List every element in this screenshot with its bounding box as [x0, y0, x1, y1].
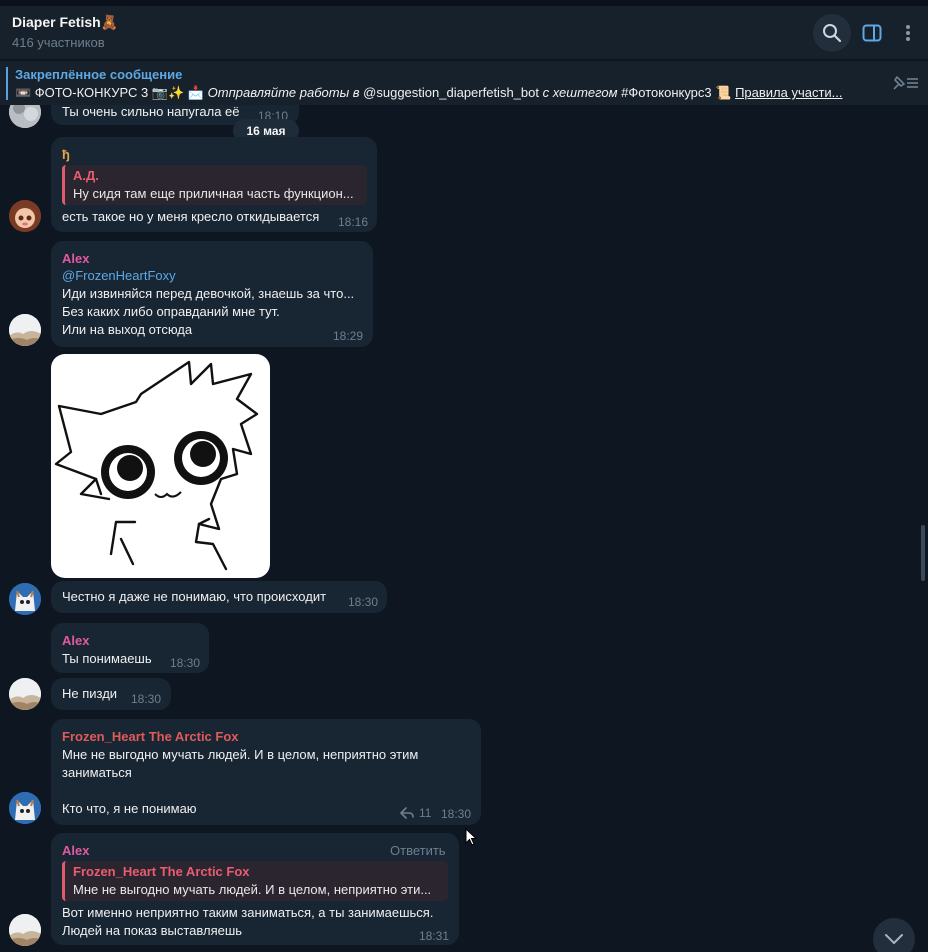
replies-counter[interactable]: 11 [400, 806, 431, 820]
pinned-text-part: @suggestion_diaperfetish_bot [359, 85, 543, 100]
sender-name[interactable]: Alex [62, 633, 89, 648]
quote-text: Ну сидя там еще приличная часть функцион… [73, 186, 354, 201]
reply-quote[interactable]: А.Д. Ну сидя там еще приличная часть фун… [62, 165, 367, 205]
chat-header[interactable]: Diaper Fetish🧸 416 участников [0, 6, 928, 60]
sender-name[interactable]: ђ [62, 147, 70, 162]
message-bubble[interactable]: Честно я даже не понимаю, что происходит… [51, 581, 387, 613]
unpin-button[interactable] [890, 73, 922, 95]
avatar[interactable] [9, 583, 41, 615]
reply-quote[interactable]: Frozen_Heart The Arctic Fox Мне не выгод… [62, 861, 448, 901]
message-time: 18:16 [338, 215, 369, 229]
pinned-label: Закреплённое сообщение [15, 67, 183, 82]
avatar[interactable] [9, 314, 41, 346]
pinned-text-part: #Фотоконкурс3 📜 [617, 85, 736, 100]
more-vertical-icon [906, 25, 910, 41]
message-bubble[interactable]: Alex Ответить Frozen_Heart The Arctic Fo… [51, 833, 459, 945]
pinned-text[interactable]: 📼 ФОТО-КОНКУРС 3 📷✨ 📩 Отправляйте работы… [15, 85, 875, 101]
pinned-rules-link[interactable]: Правила участи... [735, 85, 842, 100]
message-text-line: Иди извиняйся перед девочкой, знаешь за … [62, 286, 355, 301]
pinned-indicator [6, 67, 8, 100]
quote-sender: А.Д. [73, 168, 99, 183]
pinned-message-bar[interactable]: Закреплённое сообщение 📼 ФОТО-КОНКУРС 3 … [0, 61, 928, 105]
avatar[interactable] [9, 792, 41, 824]
message-text-line: Мне не выгодно мучать людей. И в целом, … [62, 747, 419, 762]
message-bubble[interactable]: Alex @FrozenHeartFoxy Иди извиняйся пере… [51, 241, 373, 347]
message-time: 18:30 [348, 595, 379, 609]
message-time: 18:31 [419, 929, 450, 943]
sender-name[interactable]: Alex [62, 251, 89, 266]
message-text: Ты очень сильно напугала её [62, 105, 240, 119]
message-time: 18:30 [170, 656, 201, 670]
chat-title[interactable]: Diaper Fetish🧸 [12, 14, 118, 31]
chevron-down-icon [885, 934, 903, 944]
sidebar-panel-icon [862, 24, 882, 42]
message-list[interactable]: Ты очень сильно напугала её 18:10 16 мая… [0, 105, 928, 952]
message-text-line: Людей на показ выставляешь [62, 923, 243, 938]
message-bubble[interactable]: Не пизди 18:30 [51, 678, 171, 710]
pin-list-icon [893, 76, 918, 90]
message-time: 18:30 [131, 692, 162, 706]
member-count: 416 участников [12, 35, 105, 50]
message-text: Не пизди [62, 686, 118, 701]
message-text-line: Кто что, я не понимаю [62, 801, 197, 816]
scrollbar-thumb[interactable] [921, 525, 925, 581]
sticker-image[interactable] [51, 354, 270, 578]
search-icon [823, 24, 842, 43]
pinned-text-italic: Отправляйте работы в [207, 85, 360, 100]
message-time: 18:30 [441, 807, 472, 821]
message-text: Ты понимаешь [62, 651, 152, 666]
message-bubble[interactable]: Frozen_Heart The Arctic Fox Мне не выгод… [51, 719, 481, 825]
search-button[interactable] [813, 14, 851, 52]
quote-sender: Frozen_Heart The Arctic Fox [73, 864, 250, 879]
sender-name[interactable]: Frozen_Heart The Arctic Fox [62, 729, 239, 744]
quote-text: Мне не выгодно мучать людей. И в целом, … [73, 882, 432, 897]
reply-action-button[interactable]: Ответить [390, 843, 446, 858]
avatar[interactable] [9, 200, 41, 232]
pinned-text-part: ФОТО-КОНКУРС 3 📷✨ 📩 [31, 85, 208, 100]
message-text: Честно я даже не понимаю, что происходит [62, 589, 327, 604]
more-button[interactable] [888, 14, 928, 52]
avatar[interactable] [9, 914, 41, 946]
avatar[interactable] [9, 678, 41, 710]
pinned-emoji: 📼 [15, 85, 32, 100]
message-bubble[interactable]: ђ А.Д. Ну сидя там еще приличная часть ф… [51, 137, 377, 232]
message-text-line: Без каких либо оправданий мне тут. [62, 304, 280, 319]
scroll-to-bottom-button[interactable] [873, 918, 915, 952]
replies-count: 11 [419, 806, 432, 820]
reply-arrow-icon [400, 807, 414, 819]
sidebar-toggle-button[interactable] [853, 14, 891, 52]
mention-link[interactable]: @FrozenHeartFoxy [62, 267, 176, 285]
message-text-line: Или на выход отсюда [62, 322, 193, 337]
sender-name[interactable]: Alex [62, 843, 89, 858]
message-time: 18:29 [333, 329, 364, 343]
message-text-line: заниматься [62, 765, 132, 780]
pinned-text-italic: с хештегом [542, 85, 618, 100]
message-bubble[interactable]: Alex Ты понимаешь 18:30 [51, 623, 209, 673]
avatar[interactable] [9, 105, 41, 128]
mouse-cursor-icon [465, 827, 478, 851]
message-text: есть такое но у меня кресло откидывается [62, 209, 320, 224]
message-text-line: Вот именно неприятно таким заниматься, а… [62, 905, 434, 920]
